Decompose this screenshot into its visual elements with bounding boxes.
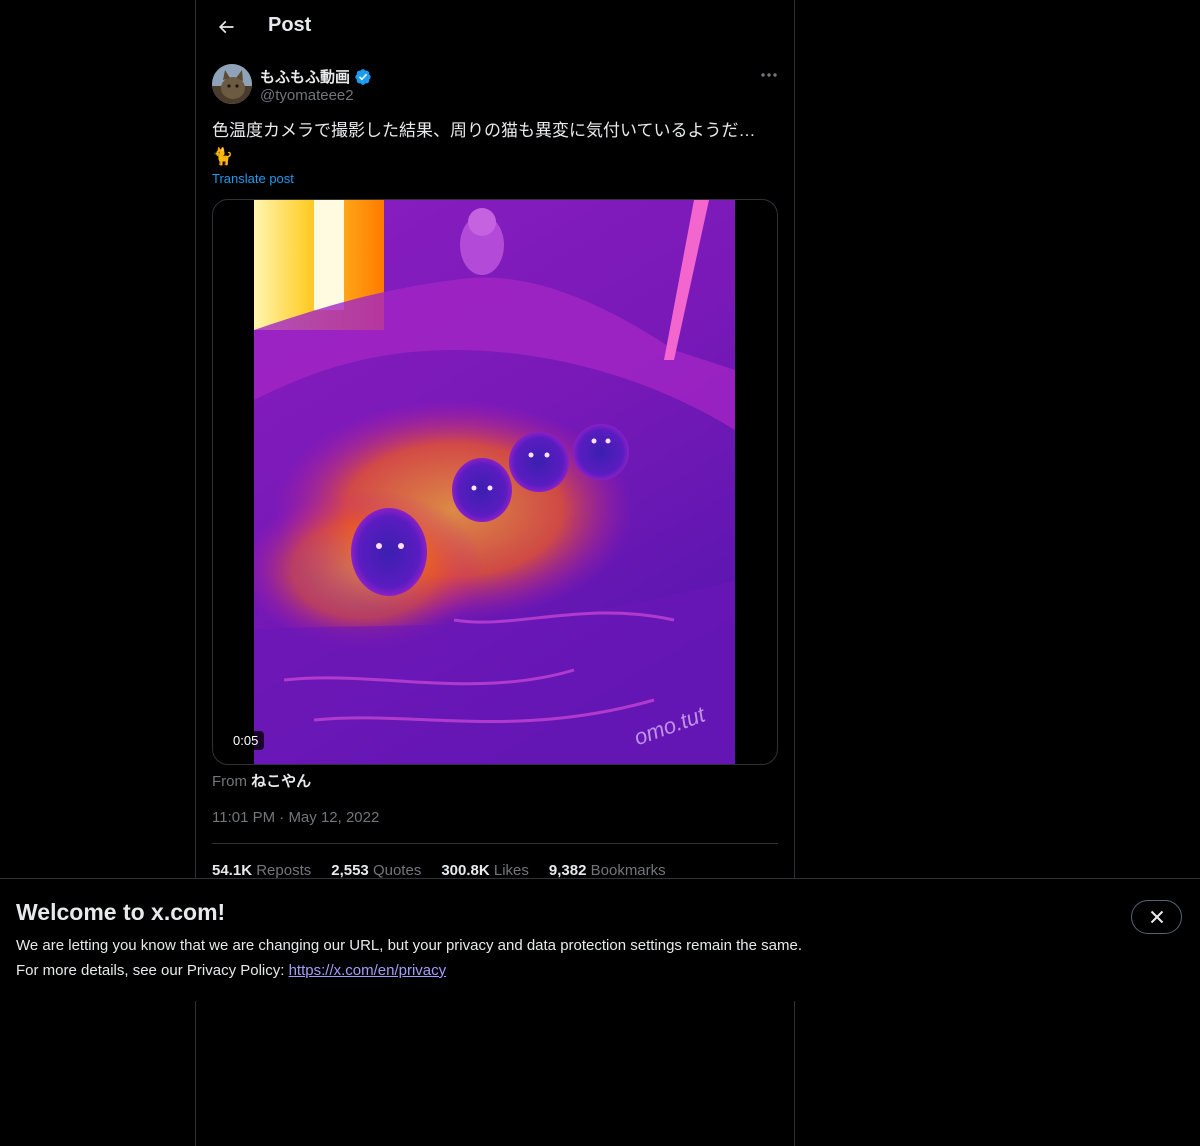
video-duration-badge: 0:05 [227, 731, 265, 750]
url-change-banner: Welcome to x.com! We are letting you kno… [0, 878, 1200, 1001]
display-name[interactable]: もふもふ動画 [260, 66, 350, 87]
author-row: もふもふ動画 [260, 66, 372, 87]
post-date: May 12, 2022 [288, 809, 380, 826]
handle[interactable]: @tyomateee2 [260, 87, 354, 104]
video-source-line: From ねこやん [212, 770, 311, 791]
quotes-stat[interactable]: 2,553 Quotes [331, 862, 421, 879]
more-button[interactable] [752, 64, 786, 86]
banner-message: We are letting you know that we are chan… [16, 937, 802, 954]
divider [212, 843, 778, 844]
engagement-stats: 54.1K Reposts 2,553 Quotes 300.8K Likes … [212, 862, 666, 879]
post-text: 色温度カメラで撮影した結果、周りの猫も異変に気付いているようだ… 🐈 [212, 118, 772, 170]
from-label: From [212, 773, 247, 790]
close-banner-button[interactable] [1131, 900, 1182, 934]
video-source-link[interactable]: ねこやん [251, 773, 311, 790]
banner-title: Welcome to x.com! [16, 899, 226, 925]
header: Post [196, 0, 794, 54]
post-emoji: 🐈 [212, 147, 234, 166]
verified-badge-icon [355, 68, 371, 85]
close-icon [1150, 910, 1163, 924]
more-icon [761, 73, 777, 77]
banner-policy-line: For more details, see our Privacy Policy… [16, 962, 446, 979]
post-text-line: 色温度カメラで撮影した結果、周りの猫も異変に気付いているようだ… [212, 121, 756, 140]
thermal-video-frame[interactable]: omo.tut [254, 200, 735, 764]
bookmarks-stat[interactable]: 9,382 Bookmarks [549, 862, 666, 879]
post-time: 11:01 PM [212, 809, 276, 826]
back-arrow-icon [218, 20, 234, 34]
back-button[interactable] [208, 9, 244, 45]
cat-avatar-image [212, 64, 252, 104]
video-player[interactable]: omo.tut 0:05 [212, 199, 778, 765]
likes-stat[interactable]: 300.8K Likes [441, 862, 529, 879]
translate-post-link[interactable]: Translate post [212, 171, 294, 186]
avatar[interactable] [212, 64, 252, 104]
post-timestamp[interactable]: 11:01 PM · May 12, 2022 [212, 809, 379, 826]
timestamp-separator: · [279, 809, 285, 826]
reposts-stat[interactable]: 54.1K Reposts [212, 862, 311, 879]
page-title: Post [268, 14, 312, 36]
banner-policy-label: For more details, see our Privacy Policy… [16, 962, 289, 979]
privacy-policy-link[interactable]: https://x.com/en/privacy [289, 962, 447, 979]
